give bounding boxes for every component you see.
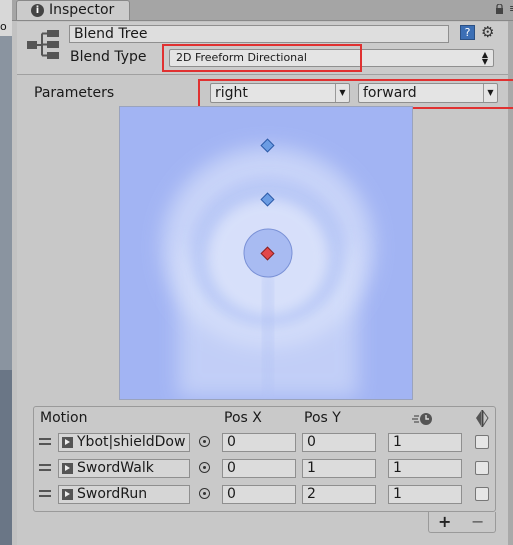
dropdown-arrows-icon: ▲ ▼ (481, 50, 488, 66)
gear-icon[interactable]: ⚙ (481, 23, 494, 41)
motion-row: Ybot|shieldDow 0 0 1 (34, 431, 495, 455)
speed-field[interactable]: 1 (388, 485, 462, 504)
animation-clip-icon (62, 489, 73, 500)
list-footer: + − (428, 512, 496, 533)
speed-field[interactable]: 1 (388, 433, 462, 452)
pos-x-field[interactable]: 0 (222, 485, 296, 504)
pos-y-field[interactable]: 2 (302, 485, 376, 504)
influence-center-line (264, 272, 272, 399)
clock-speed-icon (412, 413, 432, 425)
pos-y-column-header: Pos Y (304, 410, 341, 426)
motion-clip-field[interactable]: SwordRun (58, 485, 190, 504)
info-icon: i (31, 4, 44, 17)
highlight-box (198, 79, 513, 109)
remove-motion-button[interactable]: − (471, 512, 484, 531)
add-motion-button[interactable]: + (438, 512, 451, 531)
drag-handle-icon[interactable] (39, 464, 51, 471)
pos-x-field[interactable]: 0 (222, 433, 296, 452)
blend-graph-canvas (120, 107, 412, 399)
tab-inspector[interactable]: i Inspector (16, 0, 130, 20)
mirror-checkbox[interactable] (475, 487, 489, 501)
blend-graph[interactable] (119, 106, 413, 400)
motion-clip-name: SwordWalk (77, 460, 154, 476)
animation-clip-icon (62, 463, 73, 474)
tab-menu-icon[interactable]: ≡ (509, 2, 513, 15)
motion-column-header: Motion (40, 410, 88, 426)
tab-inspector-label: Inspector (49, 2, 115, 18)
parameters-label: Parameters (34, 85, 115, 101)
motion-clip-field[interactable]: Ybot|shieldDow (58, 433, 190, 452)
name-field[interactable]: Blend Tree (69, 25, 449, 43)
drag-handle-icon[interactable] (39, 490, 51, 497)
mirror-checkbox[interactable] (475, 435, 489, 449)
mirror-icon (476, 410, 489, 427)
pos-y-field[interactable]: 1 (302, 459, 376, 478)
speed-field[interactable]: 1 (388, 459, 462, 478)
scene-view-terrain (0, 370, 12, 545)
motion-clip-name: SwordRun (77, 486, 148, 502)
animation-clip-icon (62, 437, 73, 448)
object-picker-icon[interactable] (199, 462, 210, 473)
blend-tree-icon (27, 30, 59, 59)
mirror-checkbox[interactable] (475, 461, 489, 475)
help-icon[interactable]: ? (460, 25, 475, 40)
pos-x-field[interactable]: 0 (222, 459, 296, 478)
highlight-box (162, 44, 362, 72)
pos-x-column-header: Pos X (224, 410, 262, 426)
motion-row: SwordRun 0 2 1 (34, 483, 495, 507)
motion-clip-name: Ybot|shieldDow (77, 434, 186, 450)
motion-list: Motion Pos X Pos Y Ybot|shieldDow 0 0 1 (33, 406, 496, 512)
scene-view-text: o (0, 20, 7, 33)
object-picker-icon[interactable] (199, 436, 210, 447)
object-picker-icon[interactable] (199, 488, 210, 499)
inspector-header: Blend Tree ? ⚙ Blend Type 2D Freeform Di… (17, 22, 508, 75)
blend-type-label: Blend Type (70, 49, 147, 65)
inspector-panel: Blend Tree ? ⚙ Blend Type 2D Freeform Di… (17, 22, 513, 545)
motion-clip-field[interactable]: SwordWalk (58, 459, 190, 478)
motion-row: SwordWalk 0 1 1 (34, 457, 495, 481)
lock-icon[interactable] (495, 4, 504, 14)
drag-handle-icon[interactable] (39, 438, 51, 445)
scene-view-edge: o (0, 0, 12, 545)
pos-y-field[interactable]: 0 (302, 433, 376, 452)
tab-bar: i Inspector ≡ (12, 0, 513, 21)
